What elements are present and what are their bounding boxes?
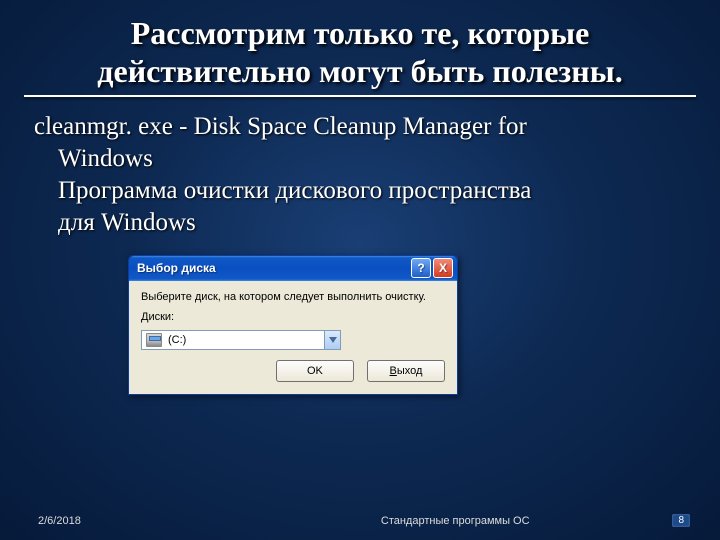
footer-caption: Стандартные программы ОС (238, 515, 672, 527)
help-icon: ? (417, 261, 424, 275)
title-underline (24, 95, 696, 97)
body-text: cleanmgr. exe - Disk Space Cleanup Manag… (0, 107, 720, 239)
dialog-instruction: Выберите диск, на котором следует выполн… (141, 291, 445, 305)
drive-icon (146, 333, 162, 347)
button-row: OK Выход (141, 360, 445, 382)
body-line3: Программа очистки дискового пространства (34, 175, 686, 207)
drives-label: Диски: (141, 311, 445, 325)
disk-cleanup-dialog: Выбор диска ? X Выберите диск, на которо… (128, 255, 458, 396)
slide-footer: 2/6/2018 Стандартные программы ОС 8 (0, 514, 720, 527)
dialog-title: Выбор диска (137, 261, 216, 275)
ok-button[interactable]: OK (276, 360, 354, 382)
dialog-titlebar[interactable]: Выбор диска ? X (128, 255, 458, 281)
drive-select[interactable]: (C:) (141, 330, 341, 350)
help-button[interactable]: ? (411, 258, 431, 278)
close-icon: X (439, 261, 447, 275)
drive-value: (C:) (166, 334, 324, 346)
page-number: 8 (672, 514, 690, 527)
close-button[interactable]: X (433, 258, 453, 278)
body-line4: для Windows (34, 207, 686, 239)
exit-rest: ыход (397, 365, 423, 377)
dialog-body: Выберите диск, на котором следует выполн… (128, 281, 458, 396)
slide-title: Рассмотрим только те, которые действител… (0, 0, 720, 95)
body-line2: Windows (34, 143, 686, 175)
exit-underline: В (390, 365, 397, 377)
exit-button[interactable]: Выход (367, 360, 445, 382)
title-line1: Рассмотрим только те, которые (131, 15, 590, 51)
body-line1: cleanmgr. exe - Disk Space Cleanup Manag… (34, 113, 527, 140)
footer-date: 2/6/2018 (38, 515, 238, 527)
chevron-down-icon[interactable] (324, 331, 340, 349)
title-line2: действительно могут быть полезны. (97, 53, 622, 89)
